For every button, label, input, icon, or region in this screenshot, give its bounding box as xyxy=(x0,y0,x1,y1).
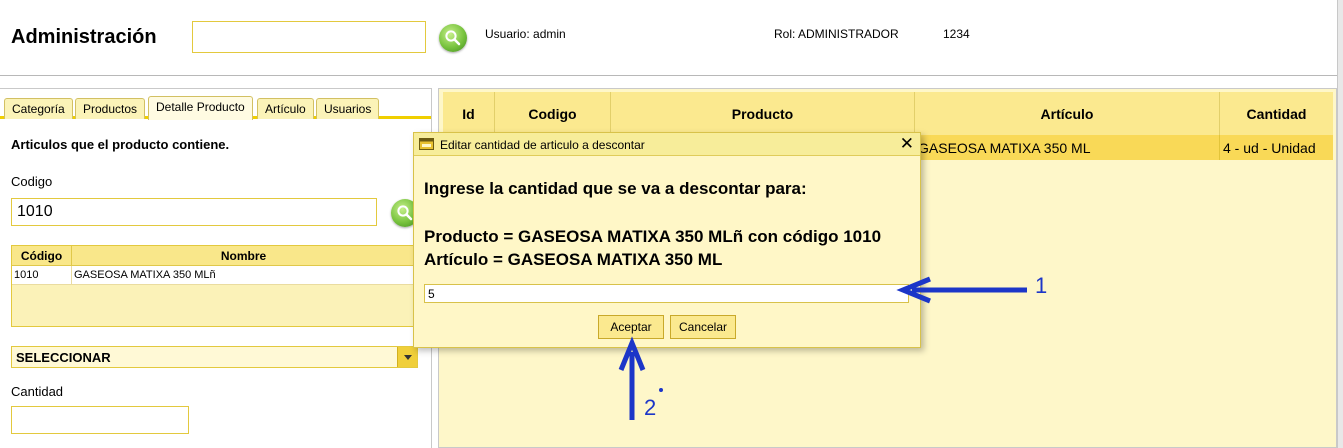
annotation-label-1: 1 xyxy=(1035,273,1048,298)
annotation-label-2: 2 xyxy=(644,395,657,420)
annotation-dot xyxy=(659,388,663,392)
arrow-1 xyxy=(896,276,1027,304)
annotation-layer xyxy=(618,276,1027,420)
arrow-2 xyxy=(618,336,646,420)
